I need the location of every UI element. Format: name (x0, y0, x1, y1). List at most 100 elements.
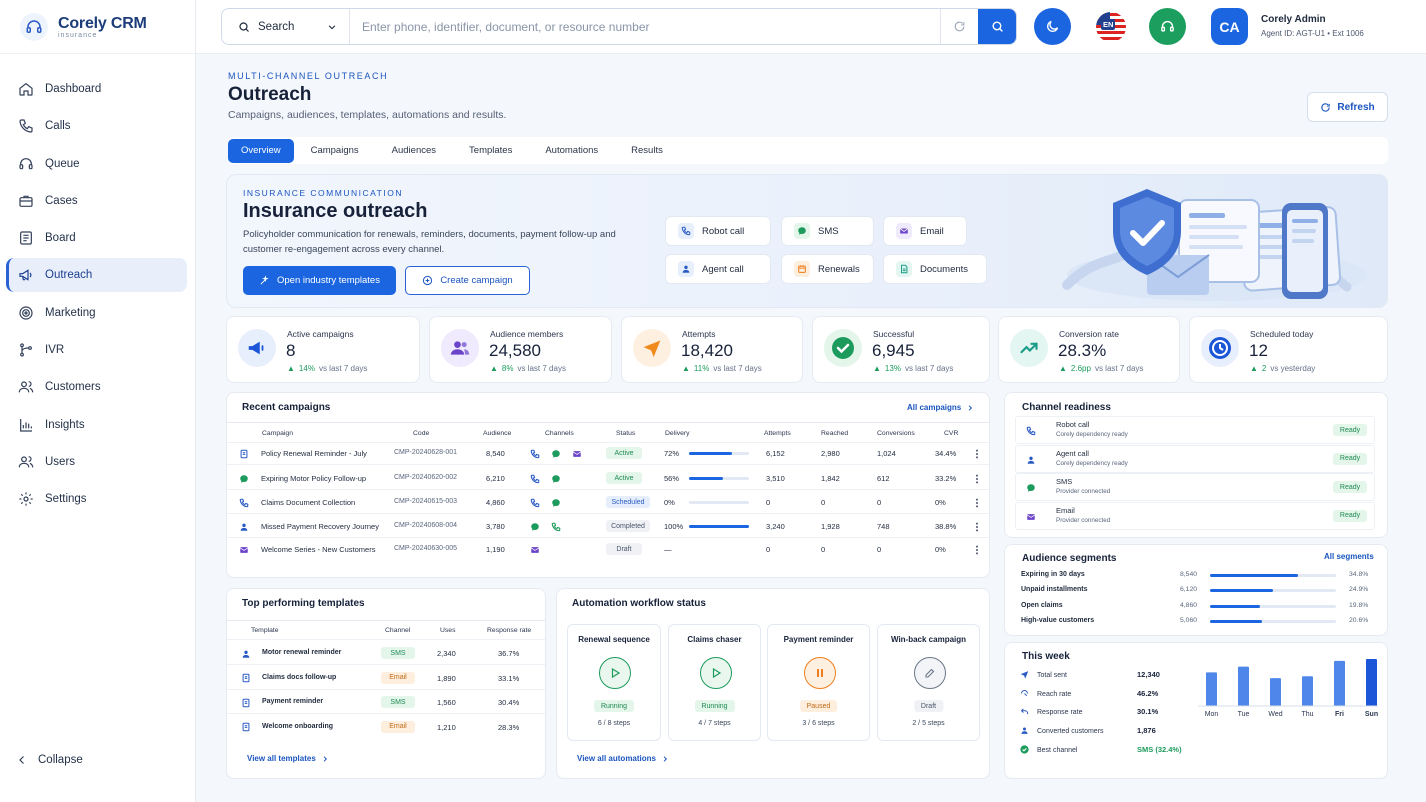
campaign-reached: 1,842 (821, 474, 840, 483)
campaign-attempts: 0 (766, 545, 771, 554)
view-all-automations-link[interactable]: View all automations (577, 754, 669, 763)
chat-icon (238, 473, 249, 484)
kpi-label: Successful (873, 329, 915, 339)
open-templates-button[interactable]: Open industry templates (243, 266, 396, 295)
language-code: EN (1101, 19, 1116, 30)
play-icon[interactable] (599, 657, 631, 689)
sidebar-item-board[interactable]: Board (6, 221, 187, 255)
tab-results[interactable]: Results (615, 139, 679, 163)
template-uses: 1,210 (437, 722, 456, 732)
refresh-icon (954, 21, 965, 32)
channel-chip-robot-call[interactable]: Robot call (665, 216, 771, 246)
campaign-audience: 8,540 (486, 449, 505, 458)
segment-name: High-value customers (1021, 616, 1095, 624)
segment-percent: 19.8% (1349, 601, 1369, 609)
more-options-icon[interactable] (971, 521, 982, 532)
sidebar-item-queue[interactable]: Queue (6, 147, 187, 181)
sidebar-item-cases[interactable]: Cases (6, 184, 187, 218)
sidebar-item-users[interactable]: Users (6, 445, 187, 479)
campaign-name: Claims Document Collection (261, 498, 356, 507)
chip-label: Renewals (818, 263, 860, 275)
automation-card-item[interactable]: Claims chaser Running 4 / 7 steps (668, 624, 761, 741)
channel-chip-email[interactable]: Email (883, 216, 967, 246)
document-icon (240, 722, 251, 733)
link-label: View all templates (247, 754, 316, 763)
page-eyebrow: MULTI-CHANNEL OUTREACH (228, 71, 389, 81)
sidebar-item-insights[interactable]: Insights (6, 408, 187, 442)
automation-card-item[interactable]: Payment reminder Paused 3 / 6 steps (767, 624, 870, 741)
pause-icon[interactable] (803, 657, 836, 689)
sidebar-item-outreach[interactable]: Outreach (6, 258, 187, 293)
kpi-delta: ▲ 8% vs last 7 days (490, 364, 566, 373)
chip-label: Documents (920, 263, 969, 275)
refresh-button[interactable]: Refresh (1307, 92, 1388, 122)
language-button[interactable]: EN (1092, 8, 1129, 45)
tab-audiences[interactable]: Audiences (376, 139, 452, 163)
search-reset-button[interactable] (940, 9, 978, 44)
users-icon (18, 381, 34, 393)
tab-overview[interactable]: Overview (228, 138, 294, 163)
kpi-delta: ▲ 14% vs last 7 days (287, 364, 367, 373)
channel-chip-sms[interactable]: SMS (781, 216, 874, 246)
more-options-icon[interactable] (971, 544, 982, 555)
sidebar-item-marketing[interactable]: Marketing (6, 296, 187, 330)
plus-circle-icon (423, 275, 433, 286)
moon-icon (1047, 20, 1059, 32)
sidebar-item-customers[interactable]: Customers (6, 370, 187, 404)
document-icon (240, 697, 251, 708)
play-icon[interactable] (699, 657, 732, 689)
mail-icon (1024, 510, 1038, 524)
all-campaigns-link[interactable]: All campaigns (907, 403, 974, 412)
trend-up-icon (1010, 329, 1048, 367)
sidebar-item-ivr[interactable]: IVR (6, 333, 187, 367)
search-input[interactable] (350, 9, 940, 44)
sidebar-item-calls[interactable]: Calls (6, 109, 187, 143)
channel-chip-documents[interactable]: Documents (883, 254, 987, 284)
chart-bar-tue (1238, 666, 1249, 706)
sidebar-item-dashboard[interactable]: Dashboard (6, 72, 187, 106)
kpi-delta-note: vs last 7 days (904, 364, 954, 373)
avatar[interactable]: CA (1211, 8, 1248, 45)
up-arrow-icon: ▲ (490, 364, 498, 373)
up-arrow-icon: ▲ (873, 364, 881, 373)
tab-campaigns[interactable]: Campaigns (295, 139, 375, 163)
mail-icon (571, 448, 582, 459)
up-arrow-icon: ▲ (682, 364, 690, 373)
hero-banner: INSURANCE COMMUNICATION Insurance outrea… (226, 174, 1388, 308)
link-label: View all automations (577, 754, 656, 763)
phone-icon (19, 119, 33, 133)
automation-card-item[interactable]: Win-back campaign Draft 2 / 5 steps (877, 624, 980, 741)
sidebar-item-settings[interactable]: Settings (6, 482, 187, 516)
kpi-value: 28.3% (1058, 341, 1107, 360)
all-segments-link[interactable]: All segments (1324, 552, 1374, 561)
users-icon (441, 329, 479, 367)
more-options-icon[interactable] (971, 473, 982, 484)
campaign-audience: 3,780 (486, 522, 505, 531)
user-icon (1020, 726, 1029, 737)
gear-icon (19, 492, 33, 506)
softphone-button[interactable] (1149, 8, 1186, 45)
tab-templates[interactable]: Templates (453, 139, 528, 163)
channel-chip-agent-call[interactable]: Agent call (665, 254, 771, 284)
search-scope-select[interactable]: Search (222, 9, 350, 44)
more-options-icon[interactable] (971, 448, 982, 459)
top-bar: Search EN CA Corely Admin Agent ID: AGT-… (196, 0, 1426, 54)
search-submit-button[interactable] (978, 9, 1016, 44)
brand[interactable]: Corely CRM insurance (20, 12, 147, 42)
check-circle-icon (824, 329, 862, 367)
create-campaign-button[interactable]: Create campaign (405, 266, 530, 295)
collapse-button[interactable]: Collapse (16, 754, 83, 766)
automation-card-item[interactable]: Renewal sequence Running 6 / 8 steps (567, 624, 661, 741)
phone-icon (529, 448, 540, 459)
kpi-delta-value: 2.6pp (1070, 364, 1091, 373)
sidebar-item-label: Board (45, 232, 76, 245)
view-all-templates-link[interactable]: View all templates (247, 754, 329, 763)
segment-progress-fill (1210, 589, 1273, 593)
more-options-icon[interactable] (971, 497, 982, 508)
channel-chip-renewals[interactable]: Renewals (781, 254, 874, 284)
tab-automations[interactable]: Automations (529, 139, 614, 163)
campaign-delivery: 100% (664, 522, 684, 531)
status-badge: Draft (606, 543, 642, 555)
edit-icon[interactable] (913, 657, 946, 689)
theme-toggle-button[interactable] (1034, 8, 1071, 45)
